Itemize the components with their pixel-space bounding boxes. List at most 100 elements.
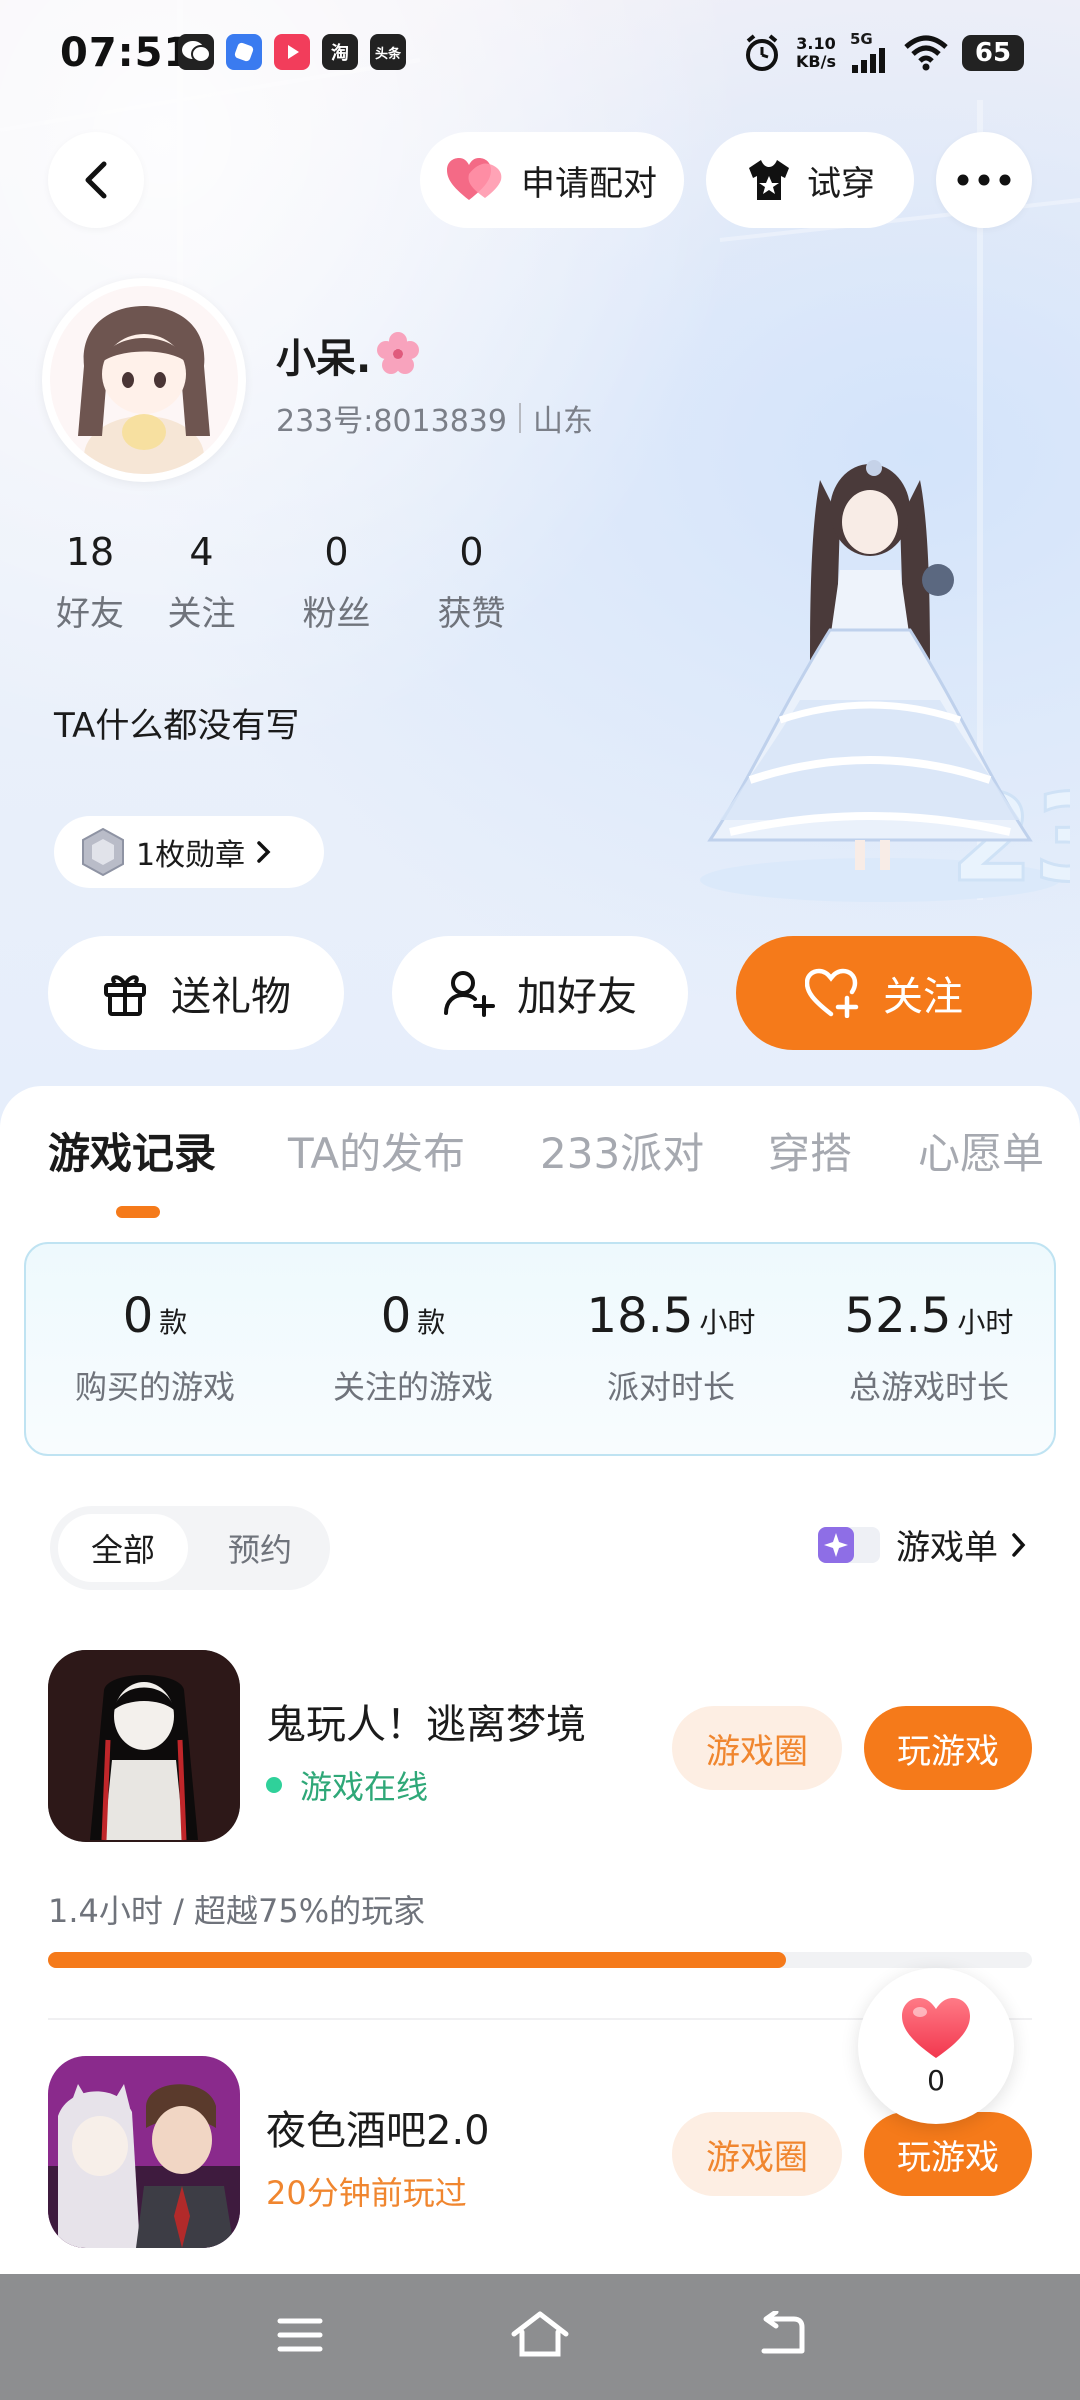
- send-gift-button[interactable]: 送礼物: [48, 936, 344, 1050]
- play-game-button[interactable]: 玩游戏: [864, 2112, 1032, 2196]
- add-friend-button[interactable]: 加好友: [392, 936, 688, 1050]
- notification-icons: 淘 头条: [178, 34, 406, 70]
- bio-text: TA什么都没有写: [54, 706, 300, 746]
- flower-badge-icon: [377, 332, 419, 374]
- bar-game-cover-icon: [48, 2056, 240, 2248]
- system-status: 3.10 KB/s 5G 65: [742, 32, 1024, 73]
- net-speed: 3.10 KB/s: [796, 33, 836, 71]
- game-name: 鬼玩人！逃离梦境: [266, 1702, 586, 1748]
- game-summary-card: 0款 购买的游戏 0款 关注的游戏 18.5 小时 派对时长 52.5 小时 总游戏…: [24, 1242, 1056, 1456]
- send-gift-label: 送礼物: [171, 974, 291, 1020]
- net-speed-value: 3.10: [796, 33, 836, 53]
- status-time: 07:51: [60, 30, 193, 76]
- game-list-link[interactable]: 游戏单: [814, 1520, 1028, 1569]
- summary-value: 0: [122, 1288, 154, 1344]
- summary-label: 总游戏时长: [848, 1368, 1009, 1406]
- stat-value: 0: [324, 530, 349, 574]
- back-nav-button[interactable]: [740, 2300, 820, 2370]
- user-meta: 233号:8013839 山东: [276, 396, 593, 440]
- follow-button[interactable]: 关注: [736, 936, 1032, 1050]
- avatar-character-illustration: 233: [700, 460, 1070, 910]
- summary-label: 购买的游戏: [74, 1368, 235, 1406]
- back-button[interactable]: [48, 132, 144, 228]
- heart-plus-icon: [805, 968, 859, 1018]
- net-speed-unit: KB/s: [796, 51, 836, 71]
- tab-233-party[interactable]: 233派对: [540, 1120, 704, 1181]
- playtime-progress: [48, 1952, 1032, 1968]
- summary-unit: 款: [417, 1306, 446, 1339]
- game-status-text: 20分钟前玩过: [266, 2174, 467, 2212]
- summary-total-time: 52.5 小时 总游戏时长: [800, 1288, 1058, 1408]
- game-icon[interactable]: [48, 1650, 240, 1842]
- game-name: 夜色酒吧2.0: [266, 2108, 490, 2154]
- summary-unit: 小时: [957, 1306, 1014, 1339]
- stat-label: 粉丝: [302, 594, 371, 634]
- browser-icon: [226, 34, 262, 70]
- taobao-icon: 淘: [322, 34, 358, 70]
- summary-value: 52.5: [844, 1288, 952, 1344]
- wifi-icon: [904, 35, 948, 70]
- battery-indicator: 65: [962, 34, 1024, 71]
- more-button[interactable]: [936, 132, 1032, 228]
- game-row[interactable]: 鬼玩人！逃离梦境 游戏在线 游戏圈 玩游戏: [48, 1650, 1032, 1844]
- game-status-text: 游戏在线: [300, 1768, 429, 1806]
- double-heart-icon: [447, 158, 502, 200]
- medal-badge-button[interactable]: 1枚勋章: [54, 816, 324, 888]
- avatar-illustration: [50, 286, 238, 474]
- signal-indicator: 5G: [850, 32, 890, 73]
- network-type: 5G: [850, 30, 873, 48]
- game-status: 游戏在线: [266, 1762, 428, 1808]
- like-button[interactable]: 0: [858, 1968, 1014, 2124]
- play-game-button[interactable]: 玩游戏: [864, 1706, 1032, 1790]
- try-on-button[interactable]: 试穿: [706, 132, 914, 228]
- toutiao-icon: 头条: [370, 34, 406, 70]
- tshirt-icon: [749, 160, 789, 200]
- game-circle-button[interactable]: 游戏圈: [672, 1706, 842, 1790]
- user-region: 山东: [532, 404, 593, 439]
- summary-label: 派对时长: [606, 1368, 735, 1406]
- gift-icon: [104, 975, 146, 1016]
- summary-value: 18.5: [586, 1288, 694, 1344]
- stat-following[interactable]: 4 关注: [134, 530, 269, 635]
- like-count: 0: [927, 2063, 945, 2097]
- follow-label: 关注: [883, 974, 963, 1020]
- game-circle-button[interactable]: 游戏圈: [672, 2112, 842, 2196]
- filter-all[interactable]: 全部: [58, 1514, 188, 1582]
- home-nav-button[interactable]: [500, 2300, 580, 2370]
- stat-label: 好友: [56, 594, 124, 634]
- stat-value: 0: [459, 530, 484, 574]
- summary-value: 0: [380, 1288, 412, 1344]
- game-icon[interactable]: [48, 2056, 240, 2248]
- summary-label: 关注的游戏: [332, 1368, 493, 1406]
- add-user-icon: [444, 971, 495, 1017]
- stat-friends[interactable]: 18 好友: [46, 530, 134, 635]
- playtime-text: 1.4小时 / 超越75%的玩家: [48, 1892, 426, 1930]
- chevron-right-icon: [1012, 1532, 1026, 1557]
- summary-followed: 0款 关注的游戏: [284, 1288, 542, 1408]
- stat-likes[interactable]: 0 获赞: [404, 530, 539, 635]
- tab-game-records[interactable]: 游戏记录: [48, 1120, 216, 1181]
- user-id: 233号:8013839: [276, 404, 507, 439]
- summary-unit: 小时: [699, 1306, 756, 1339]
- wechat-icon: [178, 34, 214, 70]
- signal-icon: [852, 48, 885, 73]
- tab-ta-posts[interactable]: TA的发布: [288, 1120, 465, 1181]
- username: 小呆.: [276, 336, 372, 382]
- apply-pair-button[interactable]: 申请配对: [420, 132, 684, 228]
- medal-icon: [82, 827, 124, 877]
- stat-value: 4: [189, 530, 214, 574]
- game-filter-toggle: 全部 预约: [50, 1506, 330, 1590]
- tab-wishlist[interactable]: 心愿单: [918, 1120, 1044, 1181]
- back-arrow-icon: [761, 2311, 805, 2354]
- tab-outfit[interactable]: 穿搭: [768, 1120, 852, 1181]
- medal-label: 1枚勋章: [136, 838, 246, 873]
- avatar[interactable]: [42, 278, 246, 482]
- playtime-progress-fill: [48, 1952, 786, 1968]
- online-dot-icon: [266, 1777, 282, 1793]
- filter-reserve[interactable]: 预约: [200, 1514, 320, 1582]
- menu-nav-button[interactable]: [260, 2300, 340, 2370]
- status-bar: 07:51 淘 头条 3.10 KB/s 5G 65: [0, 0, 1080, 110]
- stat-fans[interactable]: 0 粉丝: [269, 530, 404, 635]
- stat-label: 获赞: [437, 594, 506, 634]
- profile-tabs: 游戏记录 TA的发布 233派对 穿搭 心愿单: [0, 1120, 1080, 1200]
